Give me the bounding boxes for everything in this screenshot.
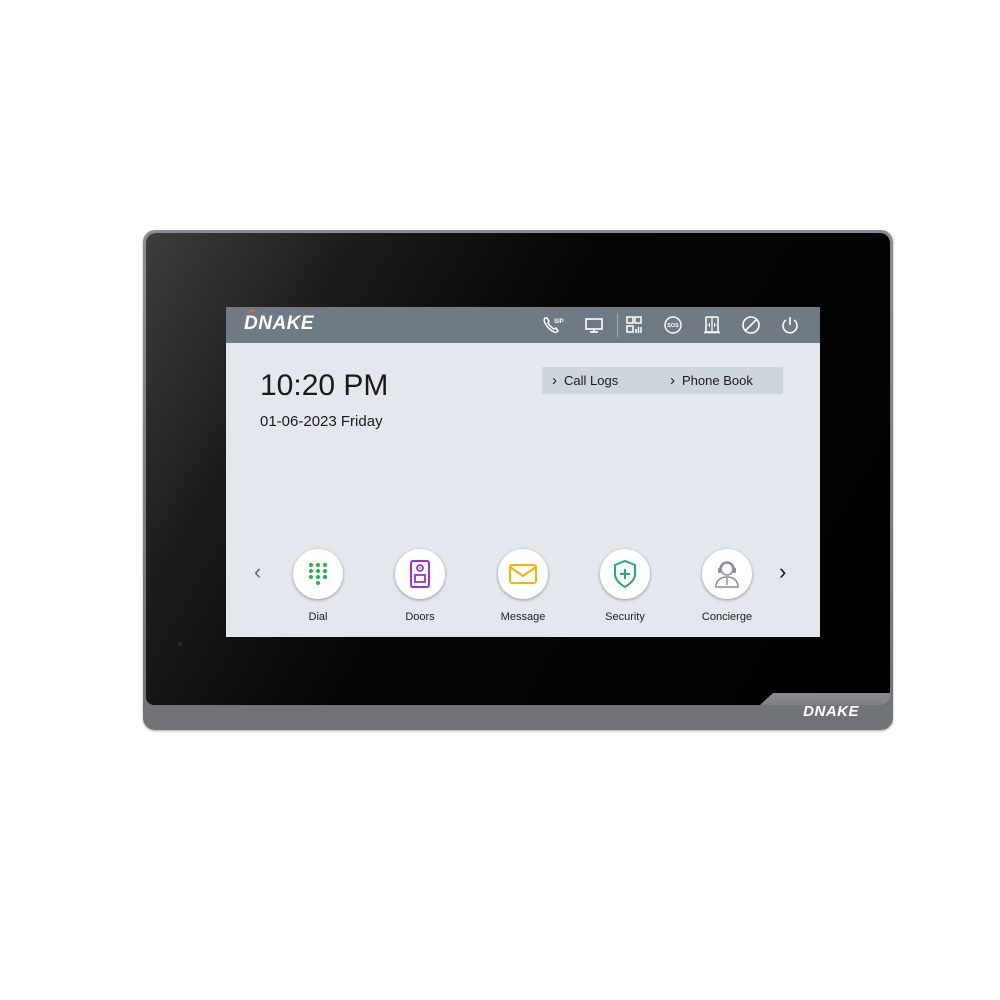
- door-unlock-icon[interactable]: [701, 314, 723, 336]
- microphone-hole: [178, 642, 182, 646]
- clock-time: 10:20 PM: [260, 369, 389, 402]
- brand-logo: DNAKE: [244, 313, 315, 334]
- svg-text:SIP: SIP: [554, 319, 564, 325]
- app-security[interactable]: Security: [585, 549, 665, 629]
- app-security-button[interactable]: [600, 549, 650, 599]
- monitor-icon[interactable]: [583, 314, 605, 336]
- app-message[interactable]: Message: [483, 549, 563, 629]
- touch-screen: DNAKE SIP SOS 10:20 PM 01-06-2023 Friday…: [226, 307, 820, 637]
- app-dial[interactable]: Dial: [278, 549, 358, 629]
- previous-page-arrow[interactable]: ‹: [254, 559, 261, 585]
- qr-code-icon[interactable]: [623, 314, 645, 336]
- phone-book-link[interactable]: › Phone Book: [670, 372, 753, 389]
- chevron-right-icon: ›: [670, 372, 675, 389]
- door-station-icon: [410, 560, 430, 588]
- app-security-label: Security: [605, 611, 645, 623]
- app-concierge-button[interactable]: [702, 549, 752, 599]
- app-message-label: Message: [500, 611, 546, 623]
- phone-book-label: Phone Book: [682, 373, 753, 388]
- sos-icon[interactable]: SOS: [662, 314, 684, 336]
- chevron-right-icon: ›: [552, 372, 557, 389]
- app-doors-button[interactable]: [395, 549, 445, 599]
- device-bezel: DNAKE SIP SOS 10:20 PM 01-06-2023 Friday…: [146, 233, 890, 705]
- app-dial-label: Dial: [308, 611, 328, 623]
- frame-brand-logo: DNAKE: [803, 703, 859, 720]
- app-message-button[interactable]: [498, 549, 548, 599]
- status-bar: DNAKE SIP SOS: [226, 307, 820, 343]
- quick-links-bar: › Call Logs › Phone Book: [542, 367, 783, 394]
- concierge-headset-icon: [715, 561, 739, 588]
- sip-call-icon[interactable]: SIP: [542, 314, 564, 336]
- svg-text:SOS: SOS: [667, 323, 679, 329]
- do-not-disturb-icon[interactable]: [740, 314, 762, 336]
- keypad-icon: [309, 563, 327, 585]
- next-page-arrow[interactable]: ›: [779, 559, 786, 585]
- app-concierge-label: Concierge: [701, 611, 753, 623]
- app-doors-label: Doors: [405, 611, 435, 623]
- call-logs-label: Call Logs: [564, 373, 619, 388]
- app-concierge[interactable]: Concierge: [687, 549, 767, 629]
- intercom-device: DNAKE SIP SOS 10:20 PM 01-06-2023 Friday…: [143, 230, 893, 730]
- call-logs-link[interactable]: › Call Logs: [552, 372, 618, 389]
- shield-plus-icon: [614, 559, 636, 589]
- status-bar-divider: [617, 313, 618, 337]
- app-doors[interactable]: Doors: [380, 549, 460, 629]
- power-icon[interactable]: [779, 314, 801, 336]
- app-dial-button[interactable]: [293, 549, 343, 599]
- clock-date: 01-06-2023 Friday: [260, 413, 383, 430]
- envelope-icon: [509, 564, 537, 584]
